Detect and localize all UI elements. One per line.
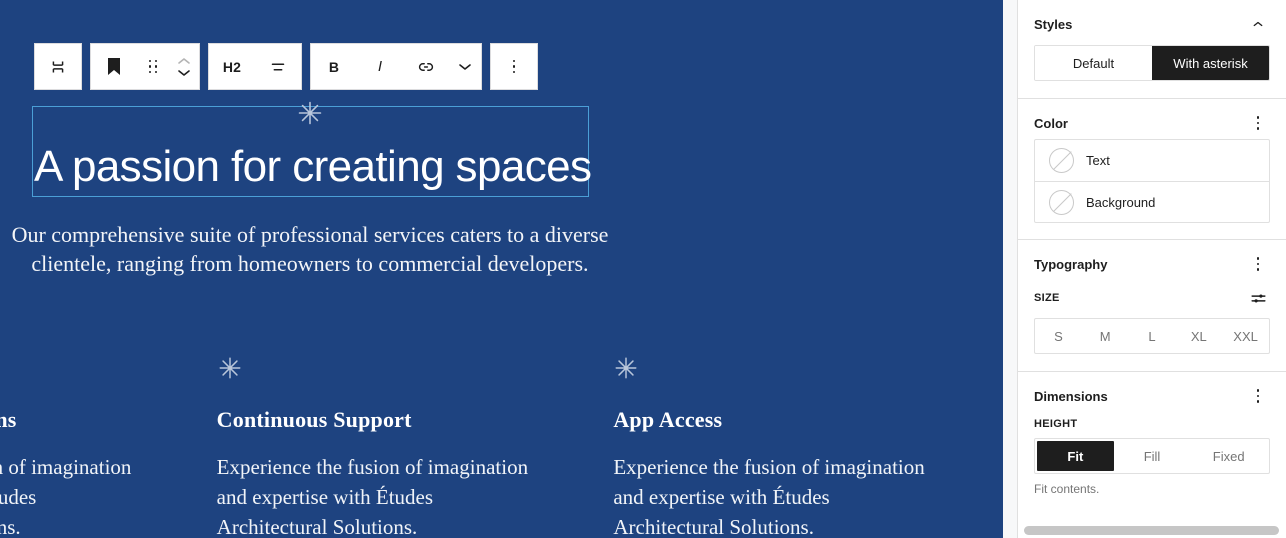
font-size-m[interactable]: M [1082,319,1129,353]
feature-title: Continuous Support [216,407,412,432]
ellipsis-vertical-icon [512,59,516,74]
italic-button[interactable]: I [357,44,403,89]
asterisk-icon [217,355,544,381]
font-size-l[interactable]: L [1129,319,1176,353]
dimensions-panel-header: Dimensions [1034,372,1270,412]
heading-level-button[interactable]: H2 [209,44,255,89]
styles-panel-header: Styles [1034,0,1270,40]
feature-title: Innovative Solutions [0,407,17,432]
toolbar-group-heading: H2 [208,43,302,90]
link-button[interactable] [403,44,449,89]
font-size-xl[interactable]: XL [1175,319,1222,353]
block-type-heading-icon[interactable] [91,44,137,89]
font-size-label: SIZE [1034,292,1060,304]
italic-label: I [377,58,383,75]
feature-column-continuous-support[interactable]: Continuous Support Experience the fusion… [217,355,614,538]
asterisk-icon [296,99,324,127]
feature-column-innovative-solutions[interactable]: Innovative Solutions Experience the fusi… [0,355,217,538]
color-panel-header: Color [1034,99,1270,139]
ellipsis-vertical-icon[interactable] [1246,252,1270,276]
block-toolbar: H2 B I [34,43,538,90]
editor-canvas: H2 B I A passion for creating spaces Our… [0,0,1003,538]
toolbar-group-parent [34,43,82,90]
font-size-s[interactable]: S [1035,319,1082,353]
height-option-fill[interactable]: Fill [1114,441,1191,471]
heading-level-label: H2 [222,58,242,75]
feature-body: Experience the fusion of imagination and… [0,455,132,538]
asterisk-icon [0,355,147,381]
toolbar-group-format: B I [310,43,482,90]
align-text-button[interactable] [255,44,301,89]
ellipsis-vertical-icon[interactable] [1246,384,1270,408]
more-rich-text-button[interactable] [449,44,481,89]
height-label: HEIGHT [1034,418,1078,430]
color-swatch-unset-icon [1049,189,1074,215]
typography-panel: Typography SIZE S M L XL XXL [1018,239,1286,354]
color-row-label: Background [1086,194,1156,210]
toolbar-group-block [90,43,200,90]
font-size-selector: S M L XL XXL [1034,318,1270,354]
move-up-down-icon[interactable] [169,44,199,89]
feature-column-app-access[interactable]: App Access Experience the fusion of imag… [613,355,1003,538]
color-panel-title: Color [1034,115,1068,131]
ellipsis-vertical-icon[interactable] [1246,111,1270,135]
bold-label: B [328,58,340,75]
height-selector: Fit Fill Fixed [1034,438,1270,474]
scrollbar-thumb[interactable] [1024,526,1279,535]
page-title[interactable]: A passion for creating spaces [34,143,592,191]
chevron-up-icon[interactable] [1246,12,1270,36]
editor-app: H2 B I A passion for creating spaces Our… [0,0,1286,538]
drag-dots [148,59,158,74]
color-row-text[interactable]: Text [1035,140,1269,181]
height-header: HEIGHT [1034,418,1270,430]
height-option-fit[interactable]: Fit [1037,441,1114,471]
style-variation-with-asterisk[interactable]: With asterisk [1152,46,1269,80]
bold-button[interactable]: B [311,44,357,89]
color-row-background[interactable]: Background [1035,181,1269,222]
color-panel: Color Text Background [1018,98,1286,223]
dimensions-panel-title: Dimensions [1034,388,1108,404]
sliders-icon[interactable] [1246,286,1270,310]
feature-columns: Innovative Solutions Experience the fusi… [0,355,1003,538]
typography-panel-header: Typography [1034,240,1270,280]
asterisk-icon [613,355,940,381]
color-row-label: Text [1086,153,1110,168]
block-options-button[interactable] [491,44,537,89]
block-type-group-icon[interactable] [35,44,81,89]
typography-panel-title: Typography [1034,256,1108,272]
height-help-text: Fit contents. [1034,482,1100,496]
hero-paragraph[interactable]: Our comprehensive suite of professional … [0,220,620,279]
style-variation-default[interactable]: Default [1035,46,1152,80]
style-variations-toggle: Default With asterisk [1034,45,1270,81]
canvas-sidebar-gutter [1003,0,1018,538]
feature-body: Experience the fusion of imagination and… [613,455,925,538]
feature-body: Experience the fusion of imagination and… [216,455,529,538]
styles-panel: Styles Default With asterisk [1018,0,1286,81]
drag-handle-icon[interactable] [137,44,169,89]
feature-title: App Access [613,407,723,432]
font-size-header: SIZE [1034,286,1270,310]
color-swatch-unset-icon [1049,148,1074,173]
height-option-fixed[interactable]: Fixed [1190,441,1267,471]
dimensions-panel: Dimensions HEIGHT Fit Fill Fixed Fit con… [1018,371,1286,496]
toolbar-group-options [490,43,538,90]
styles-panel-title: Styles [1034,16,1073,32]
color-options-list: Text Background [1034,139,1270,223]
sidebar-horizontal-scrollbar[interactable] [1018,526,1286,535]
font-size-xxl[interactable]: XXL [1222,319,1269,353]
settings-sidebar: Styles Default With asterisk Color Text … [1018,0,1286,538]
